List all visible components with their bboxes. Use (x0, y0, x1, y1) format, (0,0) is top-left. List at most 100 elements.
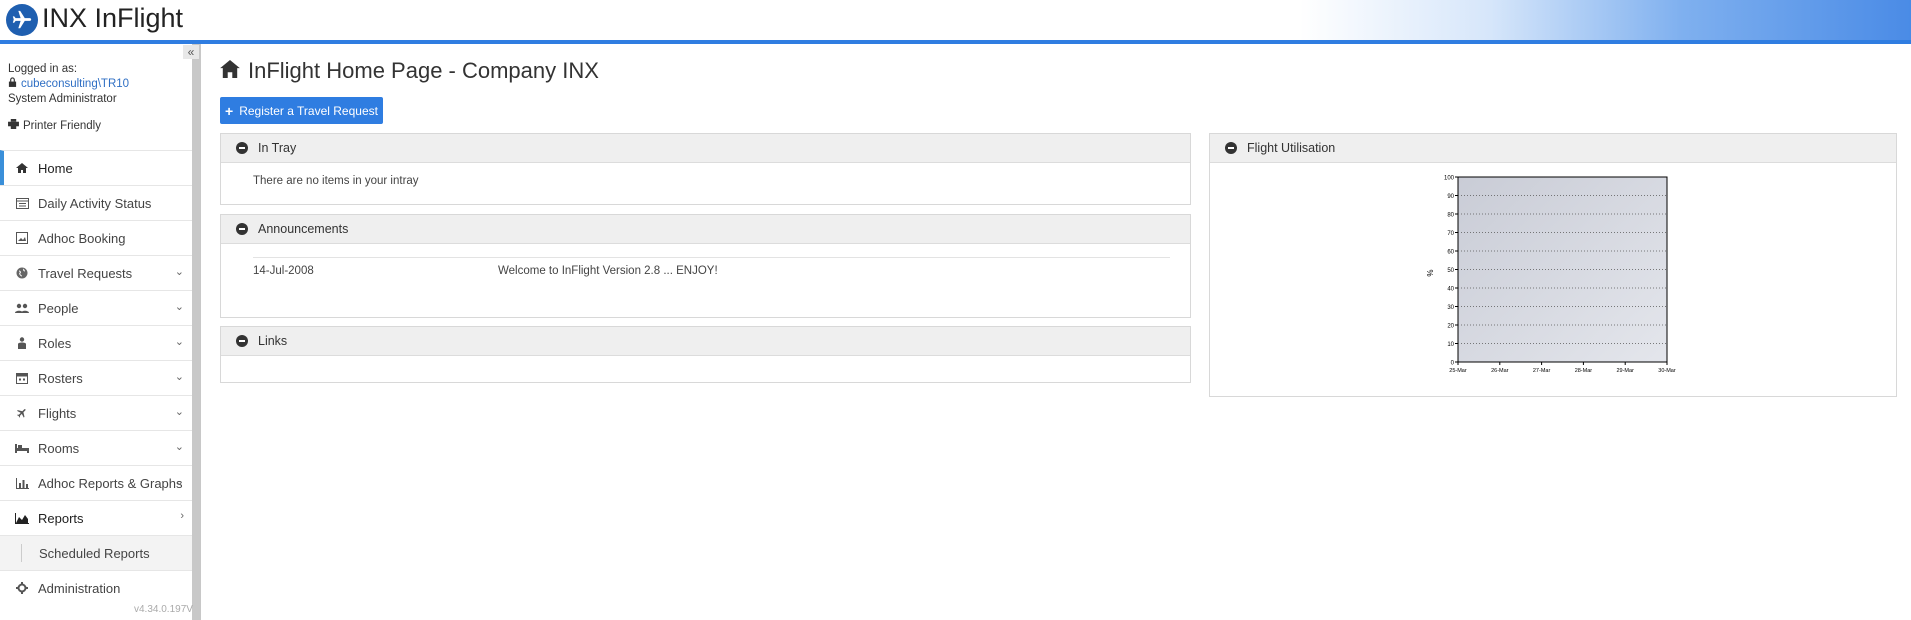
y-tick-label: 40 (1447, 287, 1454, 293)
header-divider (0, 40, 1911, 44)
sidebar-item-home[interactable]: Home (0, 150, 192, 185)
links-panel: Links (220, 326, 1191, 383)
gear-icon (14, 582, 30, 594)
announcement-text: Welcome to InFlight Version 2.8 ... ENJO… (498, 265, 718, 277)
y-tick-label: 70 (1447, 231, 1454, 237)
sidebar-item-daily-activity-status[interactable]: Daily Activity Status (0, 185, 192, 220)
x-tick-label: 30-Mar (1658, 368, 1676, 374)
page-title: InFlight Home Page - Company INX (220, 58, 599, 84)
collapse-minus-icon[interactable] (236, 223, 248, 235)
area-chart-icon (14, 512, 30, 524)
y-tick-label: 90 (1447, 194, 1454, 200)
x-tick-label: 29-Mar (1616, 368, 1634, 374)
announcements-panel: Announcements 14-Jul-2008 Welcome to InF… (220, 214, 1191, 318)
calendar-list-icon (14, 197, 30, 209)
sidebar-scrollbar[interactable] (192, 44, 201, 620)
sidebar-item-adhoc-reports-graphs[interactable]: Adhoc Reports & Graphs ⌄ (0, 465, 192, 500)
sidebar-item-label: Rosters (38, 370, 83, 386)
intray-title: In Tray (258, 141, 297, 155)
printer-icon (8, 119, 19, 132)
sidebar-item-label: Rooms (38, 440, 80, 456)
sidebar-item-label: Flights (38, 405, 77, 421)
plane-logo-icon[interactable] (6, 4, 38, 36)
flight-utilisation-chart: 0 10 20 30 40 50 60 70 80 90 100 25-Mar 26-Mar 27-Ma… (1426, 176, 1676, 375)
y-tick-label: 10 (1447, 342, 1454, 348)
x-tick-label: 28-Mar (1575, 368, 1593, 374)
chevron-down-icon: ⌄ (174, 301, 184, 313)
y-tick-label: 50 (1447, 268, 1454, 274)
sidebar-item-adhoc-booking[interactable]: Adhoc Booking (0, 220, 192, 255)
announcement-date: 14-Jul-2008 (253, 265, 314, 277)
sidebar-item-label: People (38, 300, 79, 316)
y-tick-label: 20 (1447, 324, 1454, 330)
sidebar-item-label: Adhoc Reports & Graphs (38, 475, 183, 491)
announcements-header[interactable]: Announcements (221, 215, 1190, 244)
app-title: INX InFlight (42, 3, 184, 33)
intray-message: There are no items in your intray (253, 175, 419, 187)
sidebar-item-label: Roles (38, 335, 72, 351)
x-tick-label: 27-Mar (1533, 368, 1551, 374)
sidebar-item-label: Travel Requests (38, 265, 133, 281)
user-link[interactable]: cubeconsulting\TR10 (21, 77, 129, 92)
people-icon (14, 303, 30, 314)
y-tick-label: 30 (1447, 305, 1454, 311)
chevron-down-icon: ⌄ (174, 476, 184, 488)
plus-icon: + (225, 102, 234, 119)
sidebar-item-rooms[interactable]: Rooms ⌄ (0, 430, 192, 465)
flight-utilisation-panel: Flight Utilisation 0 10 20 30 40 50 60 70 80 90 10… (1209, 133, 1897, 397)
logged-in-label: Logged in as: (8, 63, 78, 75)
user-info: Logged in as: cubeconsulting\TR10 System… (8, 62, 129, 107)
sidebar-item-label: Adhoc Booking (38, 230, 126, 246)
announcements-title: Announcements (258, 222, 349, 236)
collapse-minus-icon[interactable] (236, 335, 248, 347)
version-label: v4.34.0.197V (134, 604, 193, 615)
sidebar-item-label: Administration (38, 580, 121, 596)
chevron-down-icon: ⌄ (174, 371, 184, 383)
sidebar-item-scheduled-reports[interactable]: Scheduled Reports (0, 535, 192, 570)
lock-icon (8, 77, 17, 92)
printer-friendly-label: Printer Friendly (23, 119, 101, 132)
person-icon (14, 337, 30, 349)
links-header[interactable]: Links (221, 327, 1190, 356)
sidebar-item-reports[interactable]: Reports › (0, 500, 192, 535)
sidebar-item-people[interactable]: People ⌄ (0, 290, 192, 325)
y-axis-label: % (1426, 269, 1435, 276)
flight-utilisation-header[interactable]: Flight Utilisation (1210, 134, 1896, 163)
plane-icon (14, 407, 30, 419)
top-header (0, 0, 1911, 40)
sidebar-item-label: Home (38, 160, 73, 176)
chevron-down-icon: ⌄ (174, 406, 184, 418)
y-tick-label: 60 (1447, 250, 1454, 256)
collapse-minus-icon[interactable] (236, 142, 248, 154)
home-icon (220, 58, 240, 84)
sidebar-item-travel-requests[interactable]: Travel Requests ⌄ (0, 255, 192, 290)
tree-line (21, 544, 28, 562)
bar-chart-icon (14, 477, 30, 489)
image-icon (14, 232, 30, 244)
flight-utilisation-title: Flight Utilisation (1247, 141, 1336, 155)
page-title-text: InFlight Home Page - Company INX (248, 58, 599, 83)
globe-icon (14, 267, 30, 279)
sidebar-item-administration[interactable]: Administration (0, 570, 192, 605)
sidebar-item-flights[interactable]: Flights ⌄ (0, 395, 192, 430)
chevron-down-icon: ⌄ (174, 441, 184, 453)
intray-panel: In Tray There are no items in your intra… (220, 133, 1191, 205)
user-role: System Administrator (8, 93, 117, 105)
register-travel-request-button[interactable]: + Register a Travel Request (220, 97, 383, 124)
links-title: Links (258, 334, 288, 348)
intray-header[interactable]: In Tray (221, 134, 1190, 163)
register-button-label: Register a Travel Request (239, 103, 378, 118)
chevron-down-icon: ⌄ (174, 266, 184, 278)
printer-friendly-link[interactable]: Printer Friendly (8, 119, 101, 132)
sidebar-item-rosters[interactable]: Rosters ⌄ (0, 360, 192, 395)
collapse-minus-icon[interactable] (1225, 142, 1237, 154)
y-tick-label: 80 (1447, 213, 1454, 219)
sidebar-nav: Home Daily Activity Status Adhoc Booking… (0, 150, 192, 605)
x-tick-label: 26-Mar (1491, 368, 1509, 374)
collapse-sidebar-button[interactable]: « (183, 45, 199, 59)
calendar-icon (14, 372, 30, 384)
sidebar-item-label: Scheduled Reports (39, 545, 150, 561)
sidebar-item-roles[interactable]: Roles ⌄ (0, 325, 192, 360)
y-tick-label: 100 (1444, 176, 1455, 182)
y-tick-label: 0 (1451, 361, 1455, 367)
